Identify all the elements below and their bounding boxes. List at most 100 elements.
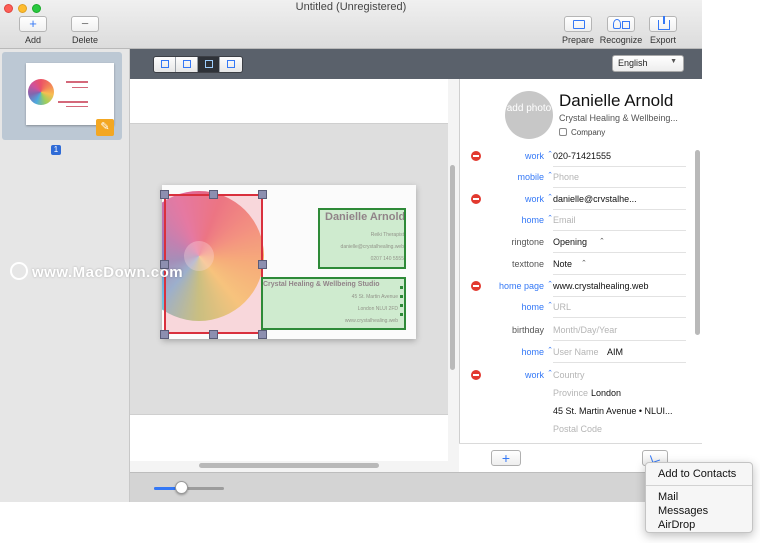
select-tool-button[interactable] — [154, 57, 176, 72]
field-divider — [553, 252, 686, 253]
region-dot — [400, 286, 403, 289]
zoom-slider-track[interactable] — [154, 487, 224, 490]
resize-handle[interactable] — [258, 260, 267, 269]
page-number-badge: 1 — [51, 145, 61, 155]
field-extra-value[interactable]: AIM — [607, 347, 623, 357]
menu-item-messages[interactable]: Messages — [658, 505, 708, 517]
field-value[interactable]: Province — [553, 388, 588, 398]
contact-name-field[interactable]: Danielle Arnold — [559, 91, 673, 111]
window-title: Untitled (Unregistered) — [295, 1, 407, 13]
resize-handle[interactable] — [258, 330, 267, 339]
company-checkbox[interactable] — [559, 128, 567, 136]
table-view-button[interactable] — [220, 57, 242, 72]
edit-pencil-icon[interactable]: ✎ — [96, 119, 114, 136]
contact-field-row[interactable]: home ⌃ URL — [460, 297, 696, 318]
grid-icon — [227, 60, 235, 68]
contact-field-row[interactable]: birthday Month/Day/Year — [460, 320, 696, 341]
field-label[interactable]: work — [525, 194, 544, 204]
field-value[interactable]: URL — [553, 302, 571, 312]
resize-handle[interactable] — [160, 190, 169, 199]
thumb-text-line — [66, 106, 88, 107]
canvas-vertical-scrollbar[interactable] — [450, 165, 455, 370]
name-region[interactable] — [318, 208, 406, 269]
language-select[interactable]: English ▼ — [612, 55, 684, 72]
field-value[interactable]: Email — [553, 215, 576, 225]
view-toolbar: English ▼ — [130, 49, 702, 79]
field-divider — [553, 340, 686, 341]
field-label[interactable]: home — [521, 347, 544, 357]
field-label[interactable]: home — [521, 215, 544, 225]
field-value[interactable]: www.crystalhealing.web — [553, 281, 649, 291]
contact-field-row[interactable]: texttone Note ⌃ — [460, 254, 696, 275]
address-region[interactable] — [261, 277, 406, 330]
field-value[interactable]: danielle@crvstalhe... — [553, 194, 637, 204]
field-value[interactable]: 45 St. Martin Avenue • NLUI... — [553, 406, 673, 416]
remove-field-icon[interactable] — [471, 194, 481, 204]
field-label[interactable]: home — [521, 302, 544, 312]
field-label[interactable]: home page — [499, 281, 544, 291]
prepare-button[interactable]: Prepare — [555, 16, 601, 45]
field-value[interactable]: User Name — [553, 347, 599, 357]
field-label[interactable]: mobile — [517, 172, 544, 182]
field-label: birthday — [511, 325, 544, 335]
export-button[interactable]: Export — [640, 16, 686, 45]
contact-field-row[interactable]: work ⌃ danielle@crvstalhe... — [460, 189, 696, 210]
contact-field-row[interactable]: mobile ⌃ Phone — [460, 167, 696, 188]
contact-field-row[interactable]: home page ⌃ www.crystalhealing.web — [460, 276, 696, 297]
menu-item-mail[interactable]: Mail — [658, 491, 678, 503]
contact-field-row[interactable]: work ⌃ 020-71421555 — [460, 146, 696, 167]
add-photo-button[interactable]: add photo — [505, 91, 553, 139]
canvas-margin-bottom — [130, 414, 448, 461]
contact-vertical-scrollbar[interactable] — [695, 150, 700, 335]
contact-field-row[interactable]: Postal Code — [460, 419, 696, 438]
chevron-down-icon: ▼ — [670, 58, 677, 65]
page-thumbnail[interactable]: ✎ — [2, 52, 122, 140]
menu-item-add-to-contacts[interactable]: Add to Contacts — [658, 468, 736, 480]
field-divider — [553, 317, 686, 318]
field-value[interactable]: Phone — [553, 172, 579, 182]
field-value[interactable]: Country — [553, 370, 585, 380]
field-label[interactable]: work — [525, 370, 544, 380]
remove-field-icon[interactable] — [471, 370, 481, 380]
field-value[interactable]: 020-71421555 — [553, 151, 611, 161]
menu-separator — [646, 485, 752, 486]
dropdown-chevron-icon: ⌃ — [581, 260, 587, 267]
zoom-slider-knob[interactable] — [175, 481, 188, 494]
resize-handle[interactable] — [258, 190, 267, 199]
recognize-button[interactable]: Recognize — [598, 16, 644, 45]
contact-company-field[interactable]: Crystal Healing & Wellbeing... — [559, 113, 678, 123]
image-view-button[interactable] — [198, 57, 220, 72]
field-value[interactable]: Month/Day/Year — [553, 325, 617, 335]
resize-handle[interactable] — [160, 330, 169, 339]
text-view-button[interactable] — [176, 57, 198, 72]
field-label[interactable]: work — [525, 151, 544, 161]
watermark-text: www.MacDown.com — [32, 264, 184, 281]
field-value[interactable]: Opening — [553, 237, 587, 247]
contact-field-row[interactable]: home ⌃ User Name AIM — [460, 342, 696, 363]
resize-handle[interactable] — [209, 330, 218, 339]
field-value[interactable]: Postal Code — [553, 424, 602, 434]
add-button[interactable]: + Add — [10, 16, 56, 45]
delete-button[interactable]: − Delete — [62, 16, 108, 45]
menu-item-airdrop[interactable]: AirDrop — [658, 519, 695, 531]
remove-field-icon[interactable] — [471, 151, 481, 161]
person-icon — [613, 19, 621, 29]
thumb-text-line — [72, 87, 88, 88]
field-label: ringtone — [511, 237, 544, 247]
remove-field-icon[interactable] — [471, 281, 481, 291]
recognize-label: Recognize — [599, 35, 643, 45]
minus-icon: − — [81, 16, 89, 31]
field-label: texttone — [511, 259, 544, 269]
field-divider — [553, 274, 686, 275]
field-value[interactable]: Note — [553, 259, 572, 269]
thumb-text-line — [58, 101, 88, 103]
field-divider — [553, 230, 686, 231]
add-field-button[interactable]: + — [491, 450, 521, 466]
contact-field-row[interactable]: home ⌃ Email — [460, 210, 696, 231]
resize-handle[interactable] — [209, 190, 218, 199]
add-label: Add — [24, 35, 41, 45]
field-extra-value[interactable]: London — [591, 388, 621, 398]
field-divider — [553, 362, 686, 363]
contact-field-row[interactable]: ringtone Opening ⌃ — [460, 232, 696, 253]
canvas-horizontal-scrollbar[interactable] — [199, 463, 379, 468]
